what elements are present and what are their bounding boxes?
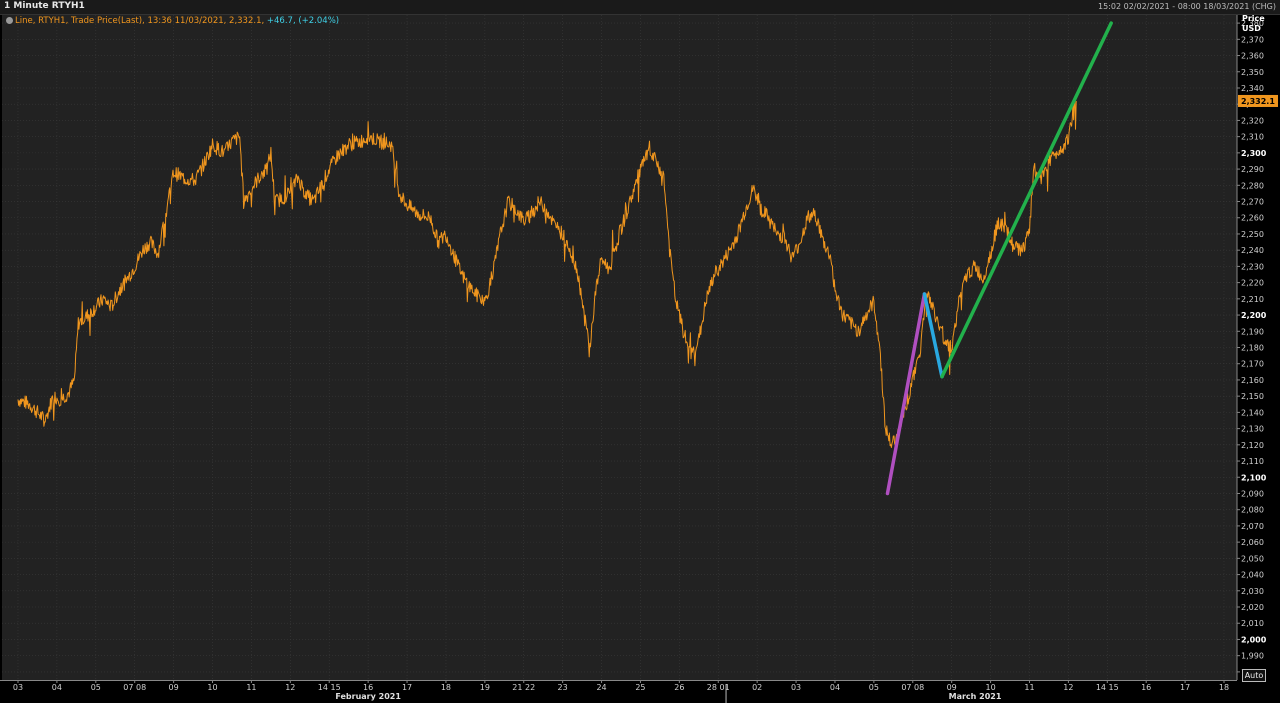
y-tick-label: 2,230 (1241, 262, 1264, 271)
y-tick-label: 2,240 (1241, 246, 1264, 255)
x-tick-label: 03 (13, 683, 23, 692)
x-tick-label: 17 (402, 683, 412, 692)
x-tick-label: 26 (674, 683, 684, 692)
y-tick-label: 2,050 (1241, 554, 1264, 563)
y-tick-label: 2,110 (1241, 457, 1264, 466)
y-tick-label: 2,310 (1241, 133, 1264, 142)
y-tick-label: 2,370 (1241, 35, 1264, 44)
x-tick-label: 16 (363, 683, 373, 692)
auto-scale-button[interactable]: Auto (1242, 669, 1266, 682)
y-tick-label: 2,170 (1241, 360, 1264, 369)
x-tick-label: 16 (1141, 683, 1151, 692)
y-tick-label: 2,130 (1241, 425, 1264, 434)
y-tick-label: 2,360 (1241, 52, 1264, 61)
y-tick-label: 2,010 (1241, 619, 1264, 628)
y-tick-label: 2,140 (1241, 408, 1264, 417)
x-tick-label: 18 (1219, 683, 1229, 692)
month-label: March 2021 (949, 692, 1002, 701)
y-tick-label: 2,220 (1241, 279, 1264, 288)
y-axis-title: Price (1242, 14, 1265, 23)
y-tick-label: 2,120 (1241, 441, 1264, 450)
x-tick-label: 24 (596, 683, 606, 692)
x-tick-label: 05 (91, 683, 101, 692)
y-tick-label: 2,260 (1241, 214, 1264, 223)
y-tick-label: 2,040 (1241, 571, 1264, 580)
legend-dot-icon (6, 17, 13, 24)
x-tick-label: 14 15 (1096, 683, 1119, 692)
x-tick-label: 10 (207, 683, 217, 692)
legend-text: Line, RTYH1, Trade Price(Last), 13:36 11… (15, 16, 267, 26)
y-tick-label: 2,200 (1241, 311, 1267, 320)
series-legend[interactable]: Line, RTYH1, Trade Price(Last), 13:36 11… (6, 16, 339, 26)
y-tick-label: 2,250 (1241, 230, 1264, 239)
y-tick-label: 2,190 (1241, 327, 1264, 336)
x-tick-label: 05 (869, 683, 879, 692)
x-tick-label: 11 (246, 683, 256, 692)
x-tick-label: 21 22 (512, 683, 535, 692)
y-tick-label: 2,100 (1241, 473, 1267, 482)
y-tick-label: 2,070 (1241, 522, 1264, 531)
x-tick-label: 11 (1024, 683, 1034, 692)
x-tick-label: 18 (441, 683, 451, 692)
price-chart[interactable]: 1,9801,9902,0002,0102,0202,0302,0402,050… (0, 0, 1280, 703)
x-tick-label: 17 (1180, 683, 1190, 692)
x-tick-label: 03 (791, 683, 801, 692)
x-tick-label: 02 (752, 683, 762, 692)
y-tick-label: 2,030 (1241, 587, 1264, 596)
y-tick-label: 2,080 (1241, 506, 1264, 515)
x-tick-label: 12 (285, 683, 295, 692)
y-tick-label: 2,020 (1241, 603, 1264, 612)
y-tick-label: 2,340 (1241, 84, 1264, 93)
y-axis-unit: USD (1242, 24, 1261, 33)
y-tick-label: 2,270 (1241, 198, 1264, 207)
y-tick-label: 2,150 (1241, 392, 1264, 401)
x-tick-label: 10 (985, 683, 995, 692)
y-tick-label: 2,300 (1241, 149, 1267, 158)
y-tick-label: 2,350 (1241, 68, 1264, 77)
month-label: February 2021 (335, 692, 401, 701)
x-tick-label: 04 (830, 683, 840, 692)
y-tick-label: 2,320 (1241, 116, 1264, 125)
x-tick-label: 04 (52, 683, 62, 692)
y-tick-label: 2,160 (1241, 376, 1264, 385)
y-tick-label: 2,280 (1241, 181, 1264, 190)
legend-change: +46.7, (+2.04%) (266, 16, 340, 26)
x-tick-label: 07 08 (123, 683, 146, 692)
chart-window: 1 Minute RTYH1 15:02 02/02/2021 - 08:00 … (0, 0, 1280, 703)
x-tick-label: 23 (558, 683, 568, 692)
x-tick-label: 07 08 (901, 683, 924, 692)
x-tick-label: 25 (635, 683, 645, 692)
y-tick-label: 2,060 (1241, 538, 1264, 547)
x-tick-label: 09 (169, 683, 179, 692)
last-price-label: 2,332.1 (1241, 97, 1275, 106)
x-tick-label: 12 (1063, 683, 1073, 692)
y-tick-label: 2,000 (1241, 635, 1267, 644)
x-tick-label: 09 (947, 683, 957, 692)
plot-area (2, 15, 1237, 680)
x-tick-label: 19 (480, 683, 490, 692)
y-tick-label: 1,990 (1241, 652, 1264, 661)
y-tick-label: 2,090 (1241, 489, 1264, 498)
y-tick-label: 2,180 (1241, 344, 1264, 353)
x-tick-label: 14 15 (318, 683, 341, 692)
y-tick-label: 2,290 (1241, 165, 1264, 174)
y-tick-label: 2,210 (1241, 295, 1264, 304)
